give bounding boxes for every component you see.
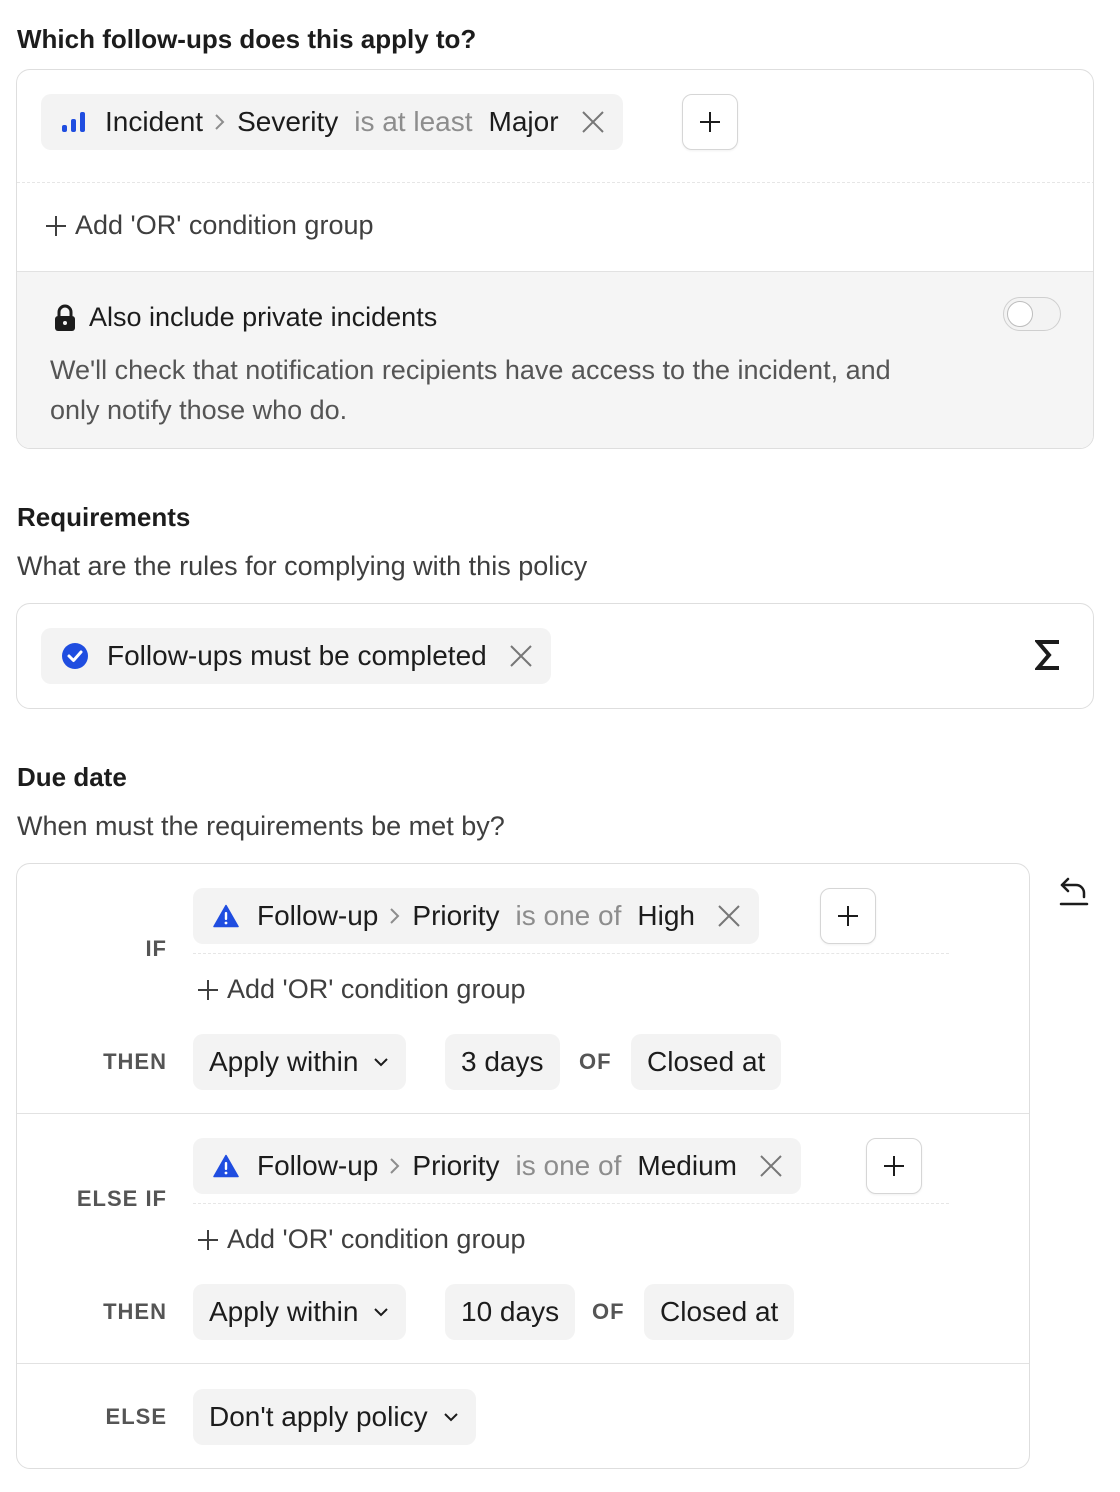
close-icon[interactable]	[581, 110, 605, 134]
condition-field: Incident	[105, 106, 204, 137]
condition-value: Major	[488, 106, 559, 137]
private-incidents-toggle[interactable]	[1003, 297, 1061, 331]
apply-mode-label: Apply within	[209, 1296, 359, 1327]
divider-dashed	[17, 182, 1093, 183]
condition-operator: is one of	[515, 1150, 622, 1181]
else-if-keyword: ELSE IF	[76, 1186, 167, 1211]
condition-pill-priority-high[interactable]: Follow-up Priority is one of High	[193, 888, 759, 944]
add-condition-button[interactable]	[682, 94, 738, 150]
requirements-card: Follow-ups must be completed	[16, 603, 1094, 709]
warning-triangle-icon	[213, 1154, 239, 1178]
anchor-field[interactable]: Closed at	[644, 1284, 795, 1340]
requirements-heading: Requirements	[17, 502, 191, 532]
condition-value: High	[637, 900, 695, 931]
condition-field: Follow-up	[257, 1150, 379, 1181]
plus-icon	[197, 979, 219, 1001]
undo-icon[interactable]	[1058, 875, 1090, 912]
warning-triangle-icon	[213, 904, 239, 928]
private-description-2: only notify those who do.	[50, 395, 348, 425]
add-condition-button[interactable]	[866, 1138, 922, 1194]
plus-icon	[45, 215, 67, 237]
requirements-subtitle: What are the rules for complying with th…	[17, 551, 588, 581]
close-icon[interactable]	[717, 904, 741, 928]
apply-mode-label: Apply within	[209, 1046, 359, 1077]
requirement-label: Follow-ups must be completed	[107, 640, 487, 671]
condition-pill-severity[interactable]: Incident Severity is at least Major	[41, 94, 623, 150]
condition-value: Medium	[637, 1150, 737, 1181]
duration-value: 10 days	[461, 1296, 560, 1327]
duration-field[interactable]: 10 days	[445, 1284, 576, 1340]
add-condition-button[interactable]	[820, 888, 876, 944]
due-date-heading: Due date	[17, 762, 127, 792]
condition-operator: is at least	[354, 106, 473, 137]
then-keyword: THEN	[103, 1049, 167, 1074]
if-keyword: IF	[145, 936, 167, 961]
condition-subfield: Priority	[412, 1150, 500, 1181]
condition-field: Follow-up	[257, 900, 379, 931]
of-keyword: OF	[592, 1299, 625, 1324]
requirement-pill[interactable]: Follow-ups must be completed	[41, 628, 551, 684]
chevron-down-icon	[442, 1411, 460, 1423]
duration-value: 3 days	[461, 1046, 544, 1077]
apply-mode-dropdown[interactable]: Apply within	[193, 1284, 407, 1340]
applies-card: Incident Severity is at least Major Add …	[16, 69, 1094, 449]
else-mode-dropdown[interactable]: Don't apply policy	[193, 1389, 476, 1445]
plus-icon	[884, 1156, 904, 1176]
rule-divider	[17, 1113, 1029, 1114]
plus-icon	[197, 1229, 219, 1251]
chevron-right-icon	[213, 111, 227, 133]
of-keyword: OF	[579, 1049, 612, 1074]
add-or-group-button[interactable]: Add 'OR' condition group	[197, 974, 526, 1005]
else-keyword: ELSE	[105, 1404, 167, 1429]
then-keyword: THEN	[103, 1299, 167, 1324]
private-incidents-panel: Also include private incidents We'll che…	[17, 271, 1093, 448]
anchor-value: Closed at	[647, 1046, 766, 1077]
lock-icon	[53, 304, 77, 332]
plus-icon	[838, 906, 858, 926]
private-description-1: We'll check that notification recipients…	[50, 355, 891, 385]
divider-dashed	[193, 953, 949, 954]
check-circle-icon	[61, 642, 89, 670]
add-or-group-button[interactable]: Add 'OR' condition group	[45, 210, 374, 241]
chevron-right-icon	[388, 1155, 402, 1177]
close-icon[interactable]	[759, 1154, 783, 1178]
apply-mode-dropdown[interactable]: Apply within	[193, 1034, 407, 1090]
condition-subfield: Priority	[412, 900, 500, 931]
chevron-right-icon	[388, 905, 402, 927]
chevron-down-icon	[372, 1056, 390, 1068]
add-or-label: Add 'OR' condition group	[75, 210, 374, 240]
add-or-group-button[interactable]: Add 'OR' condition group	[197, 1224, 526, 1255]
divider-dashed	[193, 1203, 949, 1204]
duration-field[interactable]: 3 days	[445, 1034, 560, 1090]
toggle-knob	[1007, 301, 1033, 327]
private-title: Also include private incidents	[89, 302, 438, 332]
add-or-label: Add 'OR' condition group	[227, 1224, 526, 1254]
plus-icon	[700, 112, 720, 132]
add-or-label: Add 'OR' condition group	[227, 974, 526, 1004]
severity-bars-icon	[61, 111, 87, 133]
due-date-subtitle: When must the requirements be met by?	[17, 811, 505, 841]
anchor-field[interactable]: Closed at	[631, 1034, 782, 1090]
condition-pill-priority-medium[interactable]: Follow-up Priority is one of Medium	[193, 1138, 801, 1194]
anchor-value: Closed at	[660, 1296, 779, 1327]
chevron-down-icon	[372, 1306, 390, 1318]
condition-subfield: Severity	[237, 106, 339, 137]
due-date-card: IF Follow-up Priority is one of High Add…	[16, 863, 1030, 1469]
applies-heading: Which follow-ups does this apply to?	[17, 24, 477, 54]
sigma-icon[interactable]	[1033, 638, 1061, 677]
close-icon[interactable]	[509, 644, 533, 668]
rule-divider	[17, 1363, 1029, 1364]
condition-operator: is one of	[515, 900, 622, 931]
else-mode-label: Don't apply policy	[209, 1401, 428, 1432]
